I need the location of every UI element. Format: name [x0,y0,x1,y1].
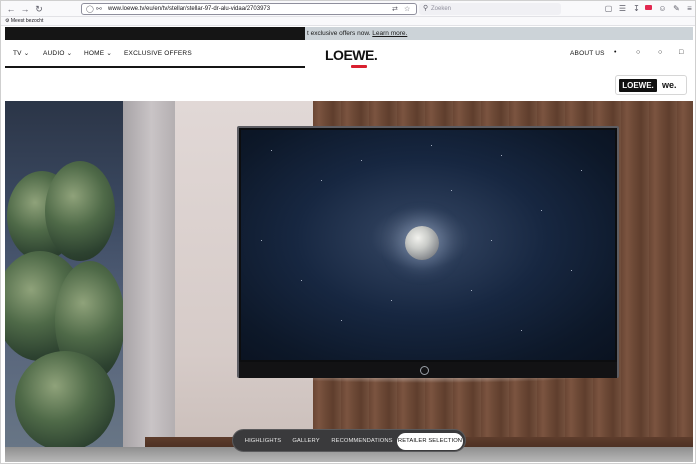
star [491,240,492,241]
about-us-link[interactable]: ABOUT US [570,50,605,58]
chevron-down-icon: ⌄ [23,50,30,57]
translate-icon[interactable]: ⇄ [392,4,398,15]
lock-icon[interactable]: ⚯ [96,4,102,15]
promo-text-wrap: t exclusive offers now. Learn more. [307,27,407,40]
tv-brand-icon [420,366,429,375]
hero-tab-bar: HIGHLIGHTS GALLERY RECOMMENDATIONS RETAI… [232,429,466,452]
extensions-icon[interactable]: ✎ [671,3,682,15]
reload-icon[interactable]: ↻ [33,3,45,15]
brand-badges: LOEWE. we. [615,75,687,95]
back-icon[interactable]: ← [5,3,17,15]
bookmark-label: Meest bezocht [10,18,44,24]
bookmarks-bar: ⚙ Meest bezocht [1,17,695,26]
reader-icon[interactable]: ☰ [617,3,628,15]
star [581,170,582,171]
tab-recommendations[interactable]: RECOMMENDATIONS [331,433,393,450]
browser-toolbar: ← → ↻ ◯ ⚯ www.loewe.tv/eu/en/tv/stellar/… [1,1,695,17]
tv-product [237,126,619,378]
search-placeholder[interactable]: Zoeken [431,3,451,15]
url-bar[interactable]: ◯ ⚯ www.loewe.tv/eu/en/tv/stellar/stella… [81,3,417,15]
account-icon[interactable]: ☺ [657,3,668,15]
hero-pillar [123,101,175,462]
download-icon[interactable]: ↧ [631,3,642,15]
account-icon[interactable]: ○ [658,49,662,57]
hero-tree [45,161,115,261]
nav-label: HOME [84,50,105,57]
forward-icon[interactable]: → [19,3,31,15]
star [301,280,302,281]
hero-image [5,101,693,462]
hero-tree [15,351,115,451]
promo-link[interactable]: Learn more. [372,30,407,37]
extension-badge-icon[interactable] [645,5,652,10]
tab-gallery[interactable]: GALLERY [290,433,322,450]
star [501,155,502,156]
nav-label: AUDIO [43,50,65,57]
nav-item-exclusive-offers[interactable]: EXCLUSIVE OFFERS [124,50,192,58]
promo-bar: t exclusive offers now. Learn more. [305,27,693,40]
search-bar[interactable]: ⚲ Zoeken [419,3,561,15]
logo-accent-mark [351,65,367,68]
nav-item-audio[interactable]: AUDIO ⌄ [43,50,72,58]
pocket-icon[interactable]: ▢ [603,3,614,15]
nav-item-tv[interactable]: TV ⌄ [13,50,29,58]
search-icon[interactable]: ○ [636,49,640,57]
star [571,270,572,271]
shield-icon[interactable]: ◯ [86,4,94,15]
chevron-down-icon: ⌄ [106,50,112,57]
moon [405,226,439,260]
loewe-logo[interactable]: LOEWE. [325,47,378,63]
bookmark-star-icon[interactable]: ☆ [404,4,410,15]
star [451,190,452,191]
nav-underline [5,66,305,68]
url-text[interactable]: www.loewe.tv/eu/en/tv/stellar/stellar-97… [108,4,270,15]
nav-item-home[interactable]: HOME ⌄ [84,50,112,58]
star [471,290,472,291]
promo-bar-dark [5,27,305,40]
loewe-badge[interactable]: LOEWE. [619,79,657,92]
browser-window: ← → ↻ ◯ ⚯ www.loewe.tv/eu/en/tv/stellar/… [0,0,696,464]
star [261,240,262,241]
star [271,150,272,151]
nav-label: TV [13,50,22,57]
star [321,180,322,181]
star [341,320,342,321]
we-badge[interactable]: we. [662,78,677,92]
tv-screen [241,130,615,360]
chevron-down-icon: ⌄ [66,50,73,57]
star [361,160,362,161]
promo-text: t exclusive offers now. [307,30,371,37]
location-icon[interactable]: • [614,49,616,57]
tab-highlights[interactable]: HIGHLIGHTS [243,433,283,450]
star [541,210,542,211]
menu-icon[interactable]: ≡ [684,3,695,15]
cart-icon[interactable]: □ [679,49,683,57]
bookmark-most-visited[interactable]: ⚙ Meest bezocht [5,17,43,26]
star [391,300,392,301]
search-icon: ⚲ [423,5,429,12]
star [521,330,522,331]
site-header: TV ⌄ AUDIO ⌄ HOME ⌄ EXCLUSIVE OFFERS LOE… [5,40,693,70]
star [431,145,432,146]
tab-retailer-selection[interactable]: RETAILER SELECTION [397,433,463,450]
